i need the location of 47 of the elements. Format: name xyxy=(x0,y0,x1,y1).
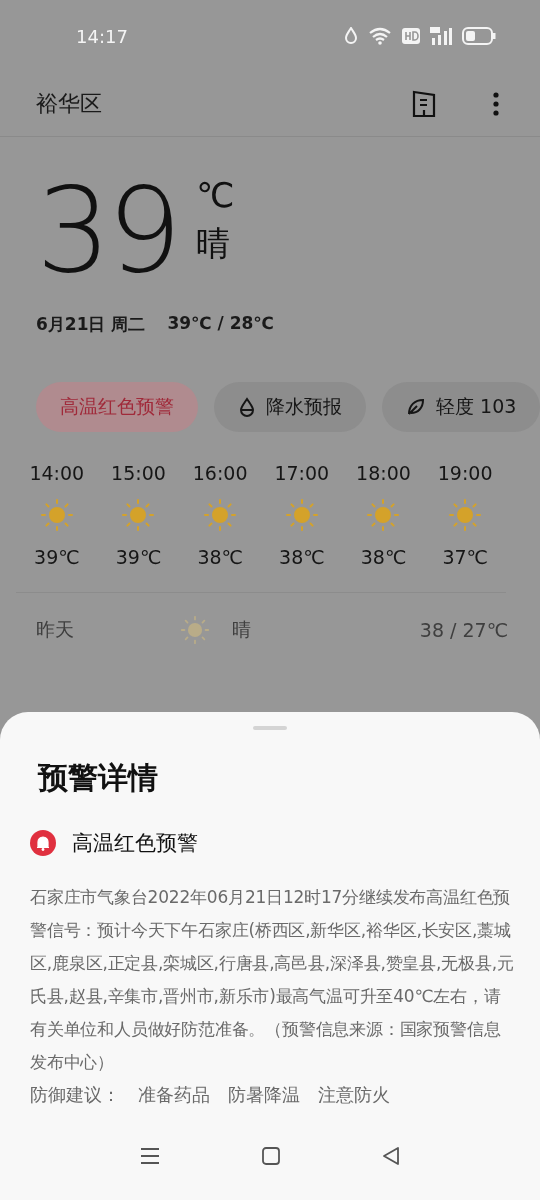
leaf-icon xyxy=(406,397,426,417)
advice-item: 注意防火 xyxy=(318,1084,390,1107)
wifi-icon xyxy=(368,27,392,45)
current-temperature: 39 xyxy=(36,171,179,289)
signal-icon xyxy=(430,27,452,45)
hour-temperature: 37℃ xyxy=(442,546,488,568)
hour-temperature: 39℃ xyxy=(34,546,80,568)
date-text: 6月21日 周二 xyxy=(36,313,146,336)
sun-icon xyxy=(203,498,238,532)
sheet-title: 预警详情 xyxy=(38,759,159,797)
advice-label: 防御建议： xyxy=(30,1084,120,1107)
status-time: 14:17 xyxy=(76,25,128,47)
hour-time: 14:00 xyxy=(29,462,85,484)
temperature-unit: ℃ xyxy=(196,175,235,215)
bell-icon xyxy=(30,830,56,856)
sun-icon xyxy=(284,498,319,532)
sun-icon xyxy=(180,615,210,645)
hour-time: 15:00 xyxy=(111,462,166,484)
advice-item: 准备药品 xyxy=(138,1084,210,1107)
air-quality-chip[interactable]: 轻度 103 xyxy=(382,382,540,432)
day-label: 昨天 xyxy=(36,617,75,642)
alert-description: 石家庄市气象台2022年06月21日12时17分继续发布高温红色预警信号：预计今天下午石家庄(桥西区,新华区,裕华区,长安区,藁城区,鹿泉区,正定县,栾城区,行唐县,高邑县,深泽县,赞皇县,无极县,元氏县,赵县,辛集市,晋州市,新乐市)最高气温可升至40℃左右，请有关单位和人员做好防范准备。（预警信息来源：国家预警信息发布中心） xyxy=(30,886,515,1074)
battery-icon xyxy=(462,27,496,45)
day-condition: 晴 xyxy=(231,617,252,642)
alert-title: 高温红色预警 xyxy=(72,830,198,857)
precipitation-chip[interactable]: 降水预报 xyxy=(214,382,366,432)
drop-icon xyxy=(238,397,256,417)
drag-handle[interactable] xyxy=(253,726,287,730)
advice-item: 防暑降温 xyxy=(228,1084,300,1107)
hour-temperature: 38℃ xyxy=(360,546,407,568)
location-title: 裕华区 xyxy=(36,90,102,118)
sun-icon xyxy=(39,498,74,532)
hour-time: 16:00 xyxy=(192,462,248,484)
hour-temperature: 39℃ xyxy=(115,546,162,568)
sun-icon xyxy=(448,498,483,532)
hour-time: 17:00 xyxy=(274,462,330,484)
drop-icon xyxy=(344,27,358,45)
hour-temperature: 38℃ xyxy=(197,546,243,568)
high-low-text: 39℃ / 28℃ xyxy=(167,313,274,335)
sun-icon xyxy=(121,498,156,532)
sun-icon xyxy=(366,498,401,532)
hour-time: 19:00 xyxy=(437,462,493,484)
hd-icon xyxy=(402,28,420,44)
day-temperature-range: 38 / 27℃ xyxy=(418,619,508,641)
hour-temperature: 38℃ xyxy=(279,546,325,568)
weather-condition: 晴 xyxy=(196,222,232,265)
hour-time: 18:00 xyxy=(356,462,411,484)
